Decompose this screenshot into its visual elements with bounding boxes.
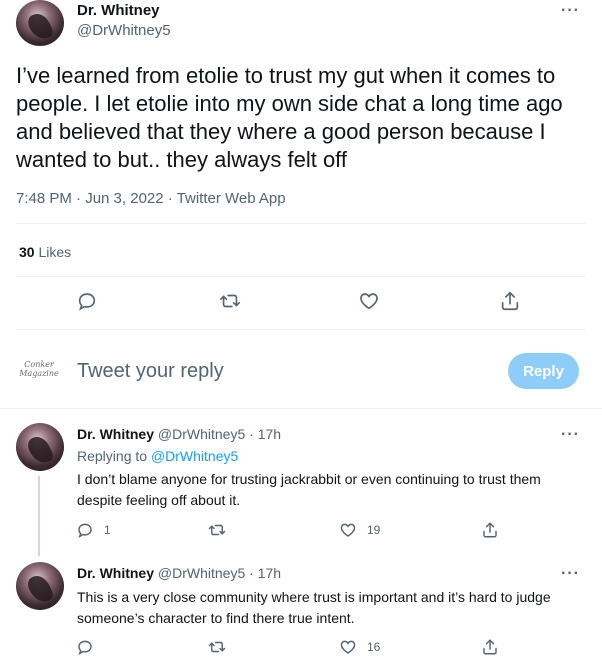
share-icon[interactable] bbox=[481, 521, 499, 539]
divider bbox=[16, 329, 586, 330]
reply-text: This is a very close community where tru… bbox=[77, 589, 551, 626]
reply-input[interactable]: Tweet your reply bbox=[77, 360, 224, 383]
tweet-text: I’ve learned from etolie to trust my gut… bbox=[16, 63, 563, 172]
share-icon[interactable] bbox=[499, 290, 521, 312]
replying-to-handle[interactable]: @DrWhitney5 bbox=[151, 448, 238, 464]
reply-author-name[interactable]: Dr. Whitney bbox=[77, 426, 154, 442]
replying-to-prefix: Replying to bbox=[77, 448, 148, 464]
reply-icon[interactable]: 1 bbox=[76, 521, 111, 539]
reply-author-name[interactable]: Dr. Whitney bbox=[77, 565, 154, 581]
share-icon[interactable] bbox=[481, 638, 499, 656]
heart-icon[interactable]: 19 bbox=[339, 521, 380, 539]
thread-line bbox=[38, 476, 40, 556]
reply-author-handle[interactable]: @DrWhitney5 bbox=[158, 565, 245, 581]
reply-header: Dr. Whitney @DrWhitney5 · 17h bbox=[77, 565, 281, 581]
reply-time[interactable]: · 17h bbox=[249, 426, 281, 442]
reply-button[interactable]: Reply bbox=[508, 353, 579, 389]
retweet-icon[interactable] bbox=[207, 521, 227, 539]
tweet-meta[interactable]: 7:48 PM · Jun 3, 2022 · Twitter Web App bbox=[16, 190, 286, 207]
reply-author-handle[interactable]: @DrWhitney5 bbox=[158, 426, 245, 442]
reply-icon[interactable] bbox=[76, 638, 94, 656]
reply-avatar[interactable] bbox=[16, 423, 64, 471]
reply-header: Dr. Whitney @DrWhitney5 · 17h bbox=[77, 426, 281, 442]
like-count: 19 bbox=[367, 523, 381, 537]
more-options-icon[interactable]: ··· bbox=[561, 2, 580, 20]
replying-to: Replying to @DrWhitney5 bbox=[77, 448, 238, 464]
retweet-icon[interactable] bbox=[207, 638, 227, 656]
more-options-icon[interactable]: ··· bbox=[561, 565, 580, 583]
composer-avatar-text: Conker Magazine bbox=[19, 360, 59, 378]
divider bbox=[16, 276, 586, 277]
retweet-icon[interactable] bbox=[218, 290, 242, 312]
likes-label: Likes bbox=[38, 244, 72, 260]
reply-avatar[interactable] bbox=[16, 562, 64, 610]
likes-stat[interactable]: 30 Likes bbox=[19, 244, 71, 260]
likes-count: 30 bbox=[19, 244, 35, 260]
composer-avatar[interactable]: Conker Magazine bbox=[16, 346, 62, 392]
divider bbox=[0, 408, 602, 409]
reply-count: 1 bbox=[104, 523, 111, 537]
author-avatar[interactable] bbox=[16, 0, 64, 46]
heart-icon[interactable] bbox=[358, 290, 380, 312]
more-options-icon[interactable]: ··· bbox=[561, 426, 580, 444]
reply-icon[interactable] bbox=[76, 290, 98, 312]
reply-text: I don’t blame anyone for trusting jackra… bbox=[77, 471, 541, 508]
heart-icon[interactable]: 16 bbox=[339, 638, 380, 656]
divider bbox=[16, 223, 586, 224]
author-handle[interactable]: @DrWhitney5 bbox=[77, 22, 171, 39]
author-name[interactable]: Dr. Whitney bbox=[77, 2, 160, 19]
reply-time[interactable]: · 17h bbox=[249, 565, 281, 581]
like-count: 16 bbox=[367, 640, 381, 654]
